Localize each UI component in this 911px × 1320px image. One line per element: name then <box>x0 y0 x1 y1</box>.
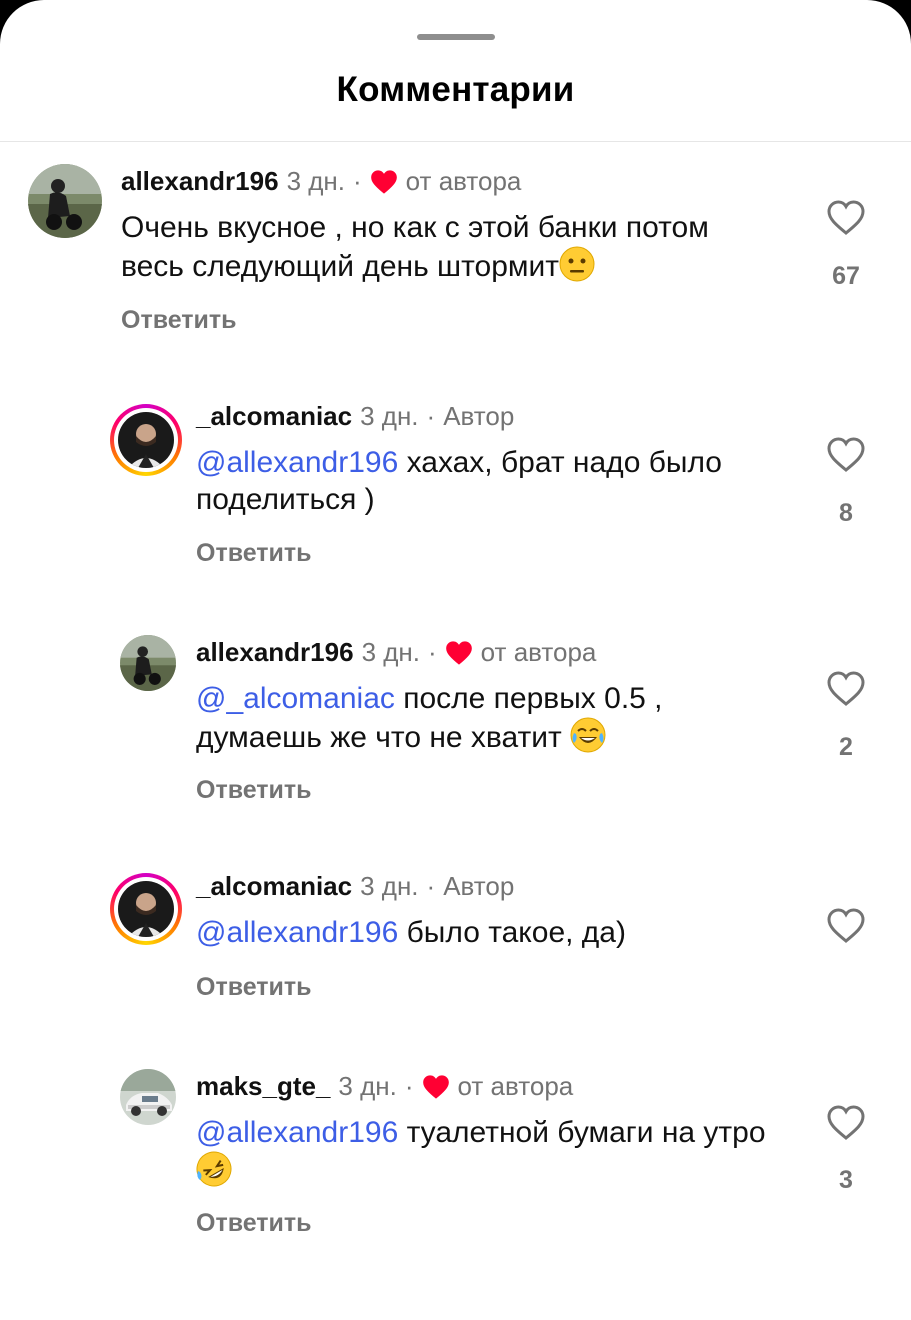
comment-author-tag: от автора <box>480 637 597 667</box>
reply-button[interactable]: Ответить <box>121 306 237 335</box>
avatar[interactable] <box>120 635 176 691</box>
like-count: 67 <box>832 262 860 290</box>
reply-button[interactable]: Ответить <box>196 776 312 805</box>
rofl-emoji-icon <box>196 1151 232 1187</box>
comment-time: 3 дн. <box>360 401 419 431</box>
mention-link[interactable]: @allexandr196 <box>196 446 398 479</box>
reply-button[interactable]: Ответить <box>196 973 312 1002</box>
comment-meta: _alcomaniac 3 дн. · Автор <box>196 871 514 902</box>
header-divider <box>0 141 911 142</box>
comment-text-content: было такое, да) <box>398 916 626 949</box>
meta-separator: · <box>426 401 436 431</box>
meta-separator: · <box>353 166 362 196</box>
reply-button[interactable]: Ответить <box>196 1209 312 1238</box>
mention-link[interactable]: @_alcomaniac <box>196 682 395 715</box>
comment-username[interactable]: allexandr196 <box>196 637 354 668</box>
mention-link[interactable]: @allexandr196 <box>196 1116 398 1149</box>
comment-author-tag: от автора <box>405 166 522 196</box>
like-count: 2 <box>839 733 853 761</box>
avatar <box>118 412 174 468</box>
comment-meta: _alcomaniac 3 дн. · Автор <box>196 401 514 432</box>
reply-button[interactable]: Ответить <box>196 539 312 568</box>
comment-username[interactable]: maks_gte_ <box>196 1071 330 1102</box>
like-heart-icon[interactable] <box>826 906 866 946</box>
avatar-story-ring[interactable] <box>110 404 182 476</box>
comments-sheet: Комментарии allexandr196 3 дн. · от авто… <box>0 0 911 1320</box>
comment-author-tag: от автора <box>457 1071 574 1101</box>
comment-meta: allexandr196 3 дн. · от автора <box>196 637 596 668</box>
like-heart-icon[interactable] <box>826 1103 866 1143</box>
like-heart-icon[interactable] <box>826 435 866 475</box>
comment-text-content: Очень вкусное , но как с этой банки пото… <box>121 211 709 283</box>
comment-author-tag: Автор <box>443 871 515 901</box>
mention-link[interactable]: @allexandr196 <box>196 916 398 949</box>
comment-text: @allexandr196 туалетной бумаги на утро <box>196 1114 796 1190</box>
meta-separator: · <box>428 637 437 667</box>
avatar[interactable] <box>120 1069 176 1125</box>
like-count: 8 <box>839 499 853 527</box>
comment-time: 3 дн. <box>338 1071 397 1101</box>
avatar[interactable] <box>28 164 102 238</box>
comment-text: @_alcomaniac после первых 0.5 , думаешь … <box>196 680 796 756</box>
like-heart-icon[interactable] <box>826 669 866 709</box>
avatar <box>118 881 174 937</box>
comment-time: 3 дн. <box>361 637 420 667</box>
sheet-title: Комментарии <box>336 70 575 109</box>
comment-meta: maks_gte_ 3 дн. · от автора <box>196 1071 573 1102</box>
comment-username[interactable]: _alcomaniac <box>196 871 352 902</box>
meta-separator: · <box>426 871 436 901</box>
author-liked-heart-icon <box>422 1074 449 1099</box>
like-count: 3 <box>839 1166 853 1194</box>
author-liked-heart-icon <box>370 169 397 194</box>
like-heart-icon[interactable] <box>826 198 866 238</box>
comment-username[interactable]: allexandr196 <box>121 166 279 197</box>
comment-author-tag: Автор <box>443 401 515 431</box>
comment-text-content: туалетной бумаги на утро <box>398 1116 766 1149</box>
sheet-grabber[interactable] <box>417 34 495 40</box>
neutral-face-emoji-icon <box>559 246 595 282</box>
comment-text: Очень вкусное , но как с этой банки пото… <box>121 209 721 285</box>
meta-separator: · <box>404 1071 414 1101</box>
comment-username[interactable]: _alcomaniac <box>196 401 352 432</box>
comment-time: 3 дн. <box>286 166 345 196</box>
comment-time: 3 дн. <box>360 871 419 901</box>
author-liked-heart-icon <box>445 640 472 665</box>
comment-meta: allexandr196 3 дн. · от автора <box>121 166 521 197</box>
avatar-story-ring[interactable] <box>110 873 182 945</box>
comment-text: @allexandr196 было такое, да) <box>196 914 796 951</box>
comment-text: @allexandr196 хахах, брат надо было поде… <box>196 444 796 518</box>
tears-of-joy-emoji-icon <box>570 717 606 753</box>
